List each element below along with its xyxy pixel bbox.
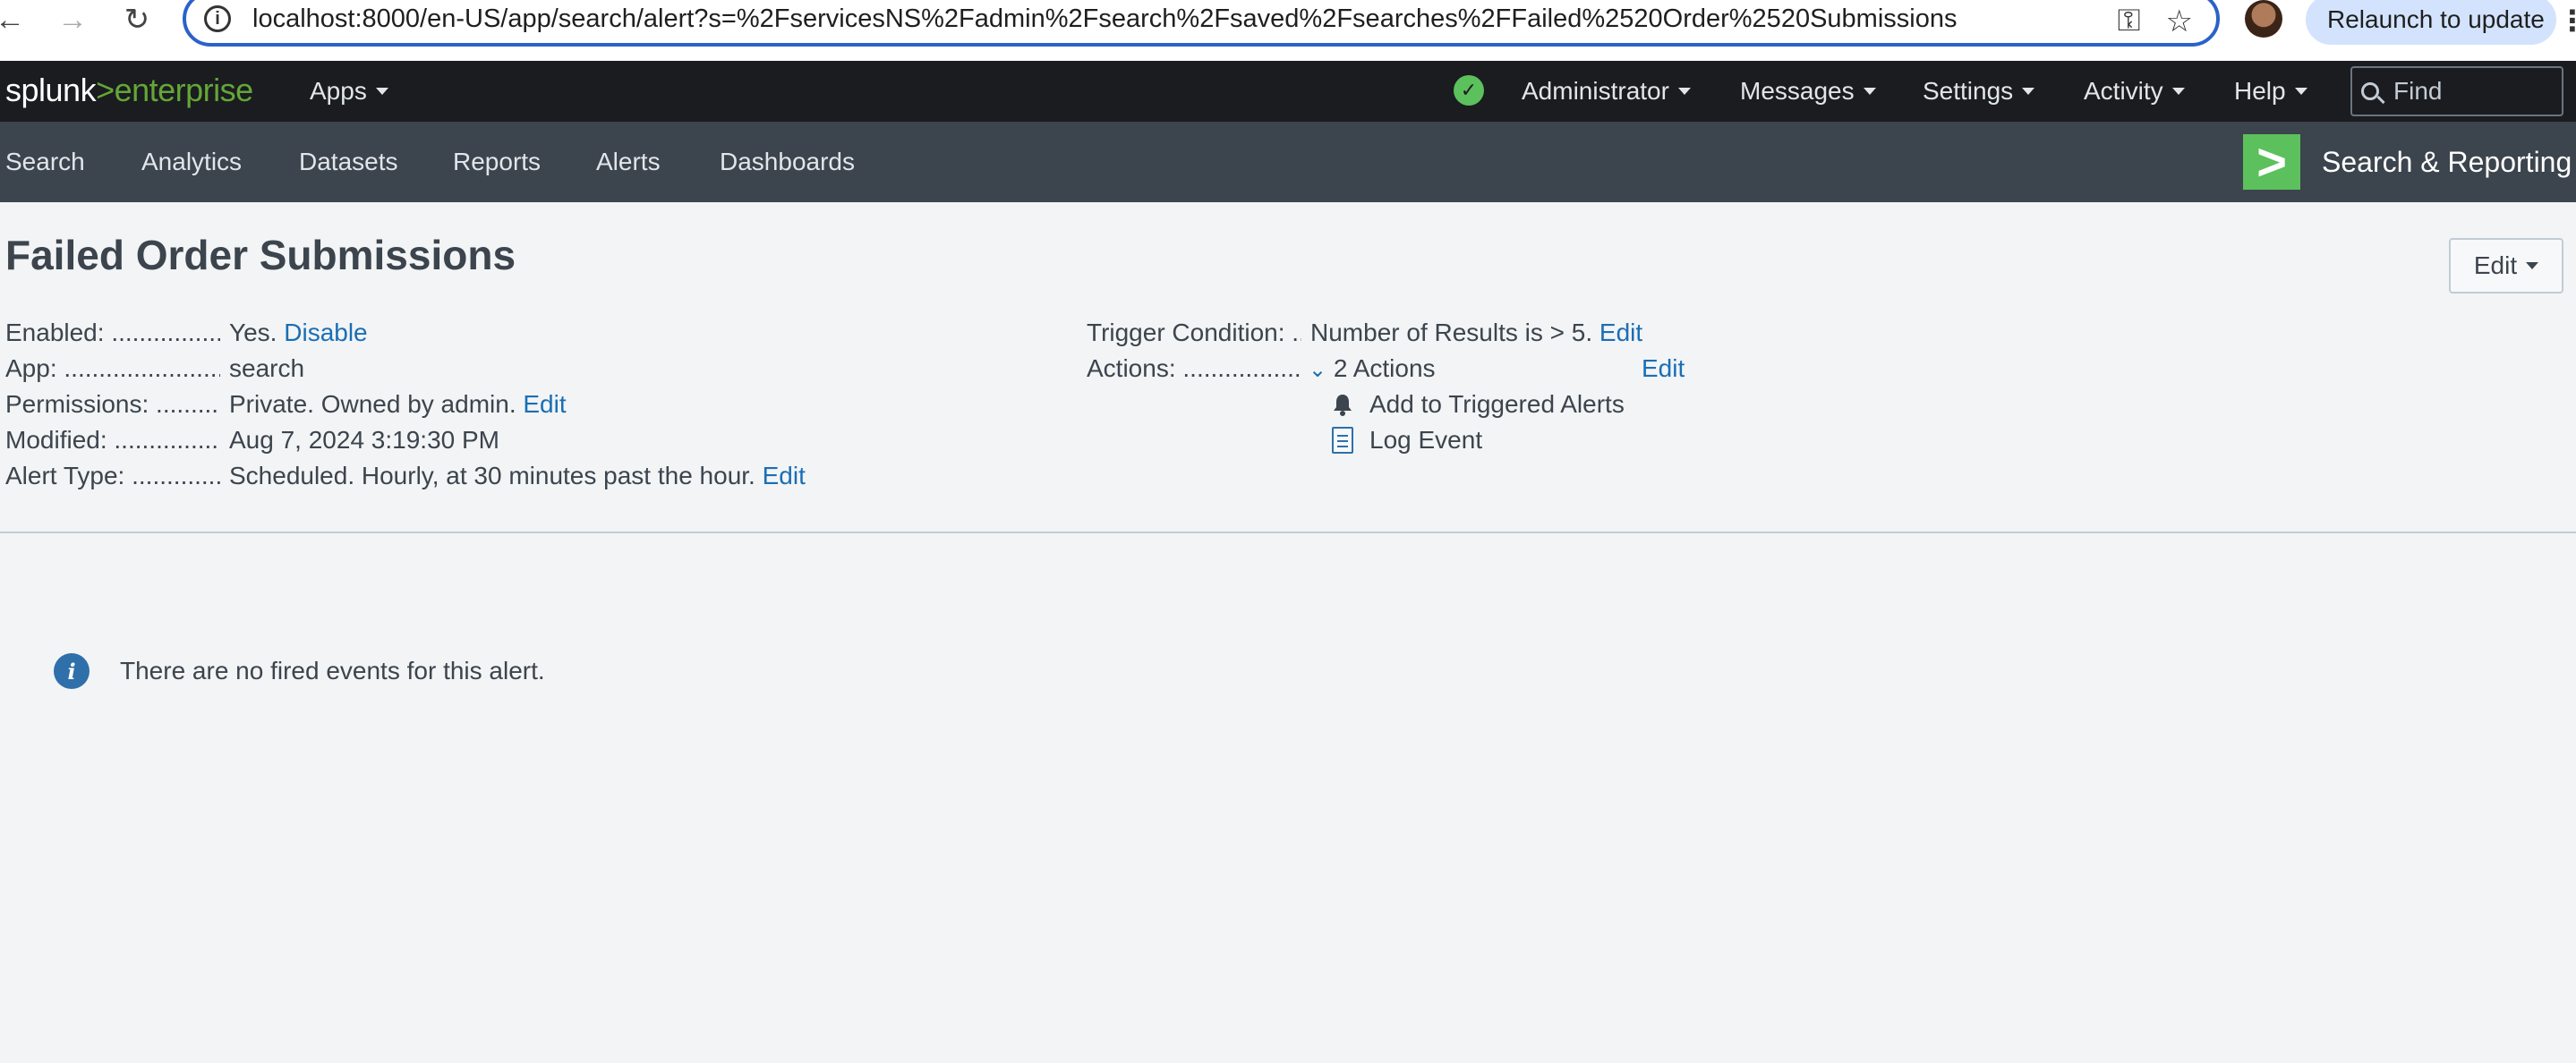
search-icon [2361, 82, 2379, 100]
messages-menu-label: Messages [1740, 77, 1855, 105]
action-item: Log Event [1332, 422, 1482, 458]
modified-label: Modified: ................... [5, 426, 220, 454]
activity-menu[interactable]: Activity [2084, 61, 2185, 122]
edit-button-label: Edit [2473, 251, 2518, 279]
enabled-value: Yes. [229, 319, 277, 346]
enabled-value-group: Yes. Disable [229, 319, 368, 347]
health-status-icon[interactable]: ✓ [1454, 75, 1484, 106]
nav-analytics[interactable]: Analytics [141, 122, 242, 202]
actions-label: Actions: ...................... [1087, 354, 1301, 382]
action-item-label: Add to Triggered Alerts [1369, 390, 1625, 418]
find-placeholder: Find [2393, 77, 2443, 105]
actions-toggle[interactable]: ⌄ 2 Actions [1309, 354, 1436, 383]
alert-type-label: Alert Type: ................ [5, 462, 220, 489]
caret-down-icon [375, 88, 388, 95]
bookmark-star-icon[interactable]: ☆ [2166, 4, 2193, 39]
logo-gt-text: > [96, 72, 115, 108]
nav-dashboards[interactable]: Dashboards [720, 122, 855, 202]
alert-type-value-group: Scheduled. Hourly, at 30 minutes past th… [229, 462, 806, 490]
enabled-label: Enabled: ...................... [5, 319, 220, 346]
log-document-icon [1332, 427, 1353, 454]
trigger-label: Trigger Condition: .. [1087, 319, 1301, 346]
page-title: Failed Order Submissions [5, 232, 516, 278]
caret-down-icon [2022, 88, 2035, 95]
app-logo-icon: > [2243, 133, 2300, 191]
trigger-value: Number of Results is > 5. [1310, 319, 1593, 346]
site-info-icon[interactable]: i [204, 5, 231, 32]
nav-search[interactable]: Search [5, 122, 85, 202]
empty-state-message: There are no fired events for this alert… [120, 657, 545, 685]
info-icon: i [54, 653, 90, 689]
edit-button[interactable]: Edit [2449, 238, 2563, 293]
alert-type-value: Scheduled. Hourly, at 30 minutes past th… [229, 462, 755, 489]
actions-row: Actions: ...................... ⌄ 2 Acti… [1087, 351, 1713, 387]
modified-row: Modified: ................... Aug 7, 202… [5, 422, 499, 458]
activity-menu-label: Activity [2084, 77, 2163, 105]
user-menu[interactable]: Administrator [1522, 61, 1691, 122]
actions-count: 2 Actions [1333, 354, 1436, 382]
chevron-down-icon: ⌄ [1309, 358, 1327, 382]
trigger-row: Trigger Condition: .. Number of Results … [1087, 315, 1642, 351]
back-icon[interactable]: ← [0, 0, 32, 39]
app-label: App: .............................. [5, 354, 220, 382]
settings-menu[interactable]: Settings [1923, 61, 2035, 122]
browser-menu-icon[interactable]: ⋮ [2558, 4, 2576, 38]
messages-menu[interactable]: Messages [1740, 61, 1876, 122]
forward-icon[interactable]: → [50, 0, 95, 39]
modified-value: Aug 7, 2024 3:19:30 PM [229, 426, 499, 454]
url-text[interactable]: localhost:8000/en-US/app/search/alert?s=… [252, 4, 1957, 34]
app-row: App: .............................. sear… [5, 351, 304, 387]
relaunch-button[interactable]: Relaunch to update [2306, 0, 2556, 45]
nav-datasets[interactable]: Datasets [299, 122, 398, 202]
enabled-row: Enabled: ...................... Yes. Dis… [5, 315, 368, 351]
caret-down-icon [2294, 88, 2307, 95]
address-bar[interactable]: i localhost:8000/en-US/app/search/alert?… [183, 0, 2220, 47]
alert-type-row: Alert Type: ................ Scheduled. … [5, 458, 806, 494]
action-item-label: Log Event [1369, 426, 1483, 454]
alert-type-edit-link[interactable]: Edit [763, 462, 806, 489]
find-input[interactable]: Find [2350, 66, 2563, 116]
section-divider [0, 532, 2576, 533]
permissions-label: Permissions: ............ [5, 390, 220, 418]
bell-icon [1334, 395, 1352, 416]
reload-icon[interactable]: ↻ [115, 0, 159, 39]
app-nav-bar: Search Analytics Datasets Reports Alerts… [0, 122, 2576, 202]
settings-menu-label: Settings [1923, 77, 2014, 105]
apps-menu-label: Apps [310, 77, 367, 105]
nav-reports[interactable]: Reports [453, 122, 541, 202]
browser-toolbar: ← → ↻ i localhost:8000/en-US/app/search/… [0, 0, 2576, 61]
help-menu[interactable]: Help [2234, 61, 2307, 122]
disable-link[interactable]: Disable [284, 319, 367, 346]
caret-down-icon [1863, 88, 1876, 95]
action-item: Add to Triggered Alerts [1332, 387, 1625, 422]
actions-edit-link[interactable]: Edit [1642, 354, 1685, 383]
app-value: search [229, 354, 305, 382]
permissions-row: Permissions: ............ Private. Owned… [5, 387, 567, 422]
app-title[interactable]: Search & Reporting [2322, 122, 2572, 202]
permissions-edit-link[interactable]: Edit [523, 390, 566, 418]
password-key-icon[interactable]: ⚿ [2118, 4, 2141, 39]
permissions-value-group: Private. Owned by admin. Edit [229, 390, 567, 419]
splunk-logo[interactable]: splunk>enterprise [5, 72, 253, 109]
apps-menu[interactable]: Apps [310, 61, 388, 122]
trigger-value-group: Number of Results is > 5. Edit [1310, 319, 1642, 347]
trigger-edit-link[interactable]: Edit [1599, 319, 1642, 346]
logo-enterprise-text: enterprise [114, 72, 254, 108]
caret-down-icon [2171, 88, 2185, 95]
logo-splunk-text: splunk [5, 72, 97, 108]
user-menu-label: Administrator [1522, 77, 1669, 105]
permissions-value: Private. Owned by admin. [229, 390, 516, 418]
caret-down-icon [1677, 88, 1691, 95]
splunk-top-bar: splunk>enterprise Apps Administrator Mes… [0, 61, 2576, 122]
help-menu-label: Help [2234, 77, 2286, 105]
caret-down-icon [2526, 262, 2539, 269]
profile-avatar[interactable] [2245, 0, 2282, 38]
nav-alerts[interactable]: Alerts [596, 122, 661, 202]
